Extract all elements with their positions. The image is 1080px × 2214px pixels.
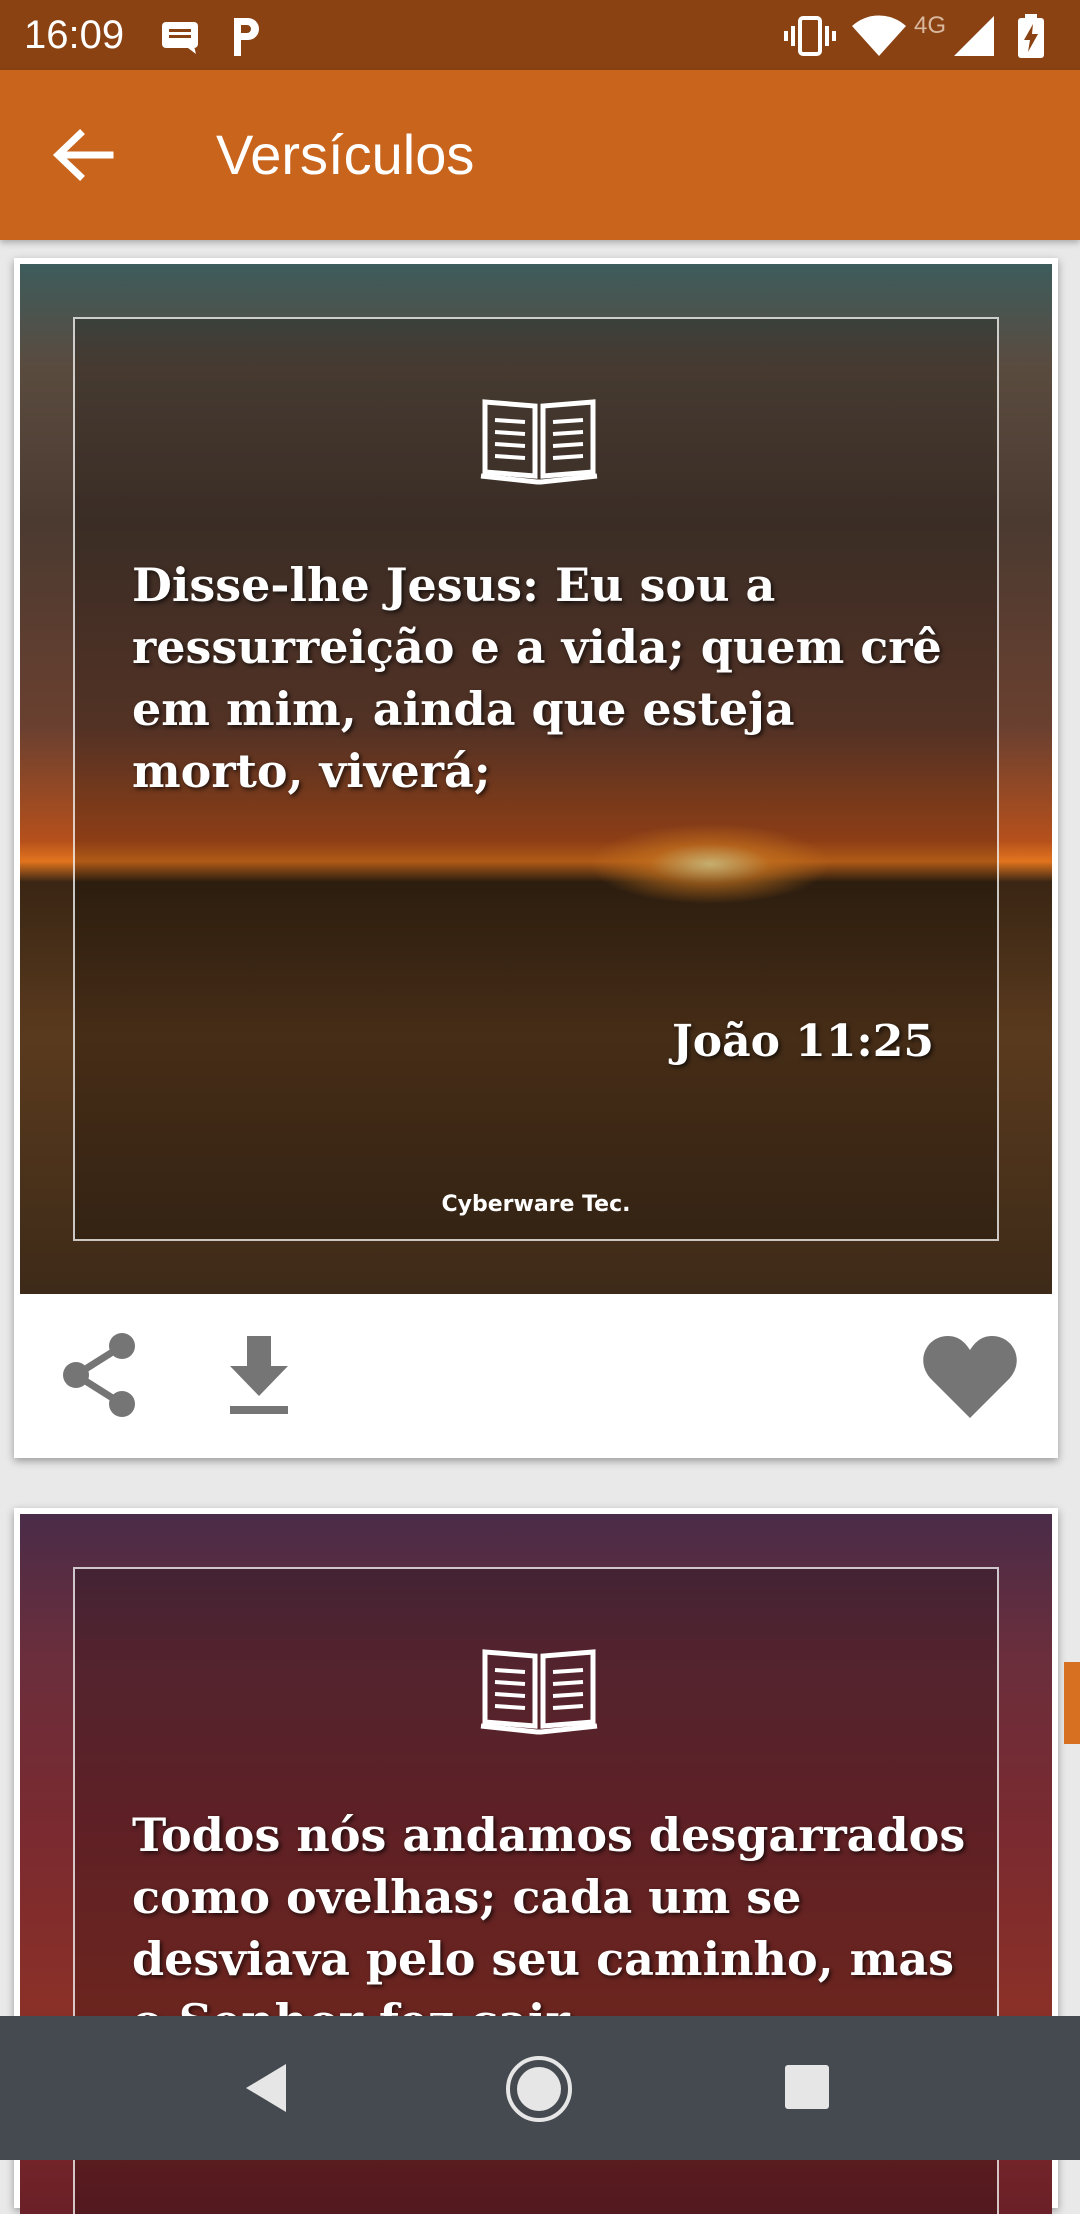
signal-icon <box>954 16 994 56</box>
arrow-back-icon <box>52 129 114 181</box>
scrollbar-thumb[interactable] <box>1064 1662 1080 1744</box>
open-book-icon <box>480 399 598 485</box>
parking-icon <box>234 18 259 56</box>
network-type: 4G <box>914 12 947 39</box>
download-icon <box>230 1336 288 1414</box>
back-triangle-icon <box>246 2064 286 2112</box>
heart-icon <box>923 1336 1017 1418</box>
share-icon <box>63 1333 135 1417</box>
message-icon <box>162 22 198 54</box>
watermark: Cyberware Tec. <box>441 1192 631 1217</box>
status-time: 16:09 <box>24 13 125 57</box>
card-actions <box>14 1294 1058 1458</box>
app-bar: Versículos <box>0 70 1080 240</box>
verse-reference: João 11:25 <box>671 1016 934 1067</box>
verse-image[interactable]: Disse-lhe Jesus: Eu sou a ressurreição e… <box>20 264 1052 1294</box>
share-button[interactable] <box>54 1330 144 1420</box>
recents-square-icon <box>785 2065 829 2109</box>
download-button[interactable] <box>214 1330 304 1420</box>
nav-home-button[interactable] <box>504 2054 574 2124</box>
vibrate-icon <box>784 16 836 56</box>
verse-text: Disse-lhe Jesus: Eu sou a ressurreição e… <box>132 558 942 798</box>
page-title: Versículos <box>216 123 475 186</box>
open-book-icon <box>480 1649 598 1735</box>
wifi-icon <box>852 15 906 56</box>
back-button[interactable] <box>40 120 130 190</box>
nav-recents-button[interactable] <box>782 2062 832 2112</box>
verse-card: Disse-lhe Jesus: Eu sou a ressurreição e… <box>14 258 1058 1458</box>
verse-text: Todos nós andamos desgarrados como ovelh… <box>132 1808 966 2048</box>
home-circle-icon <box>506 2056 572 2122</box>
battery-charging-icon <box>1018 14 1044 58</box>
status-bar: 16:09 4G <box>0 0 1080 70</box>
system-nav-bar <box>0 2016 1080 2160</box>
nav-back-button[interactable] <box>236 2058 296 2118</box>
favorite-button[interactable] <box>920 1332 1020 1422</box>
